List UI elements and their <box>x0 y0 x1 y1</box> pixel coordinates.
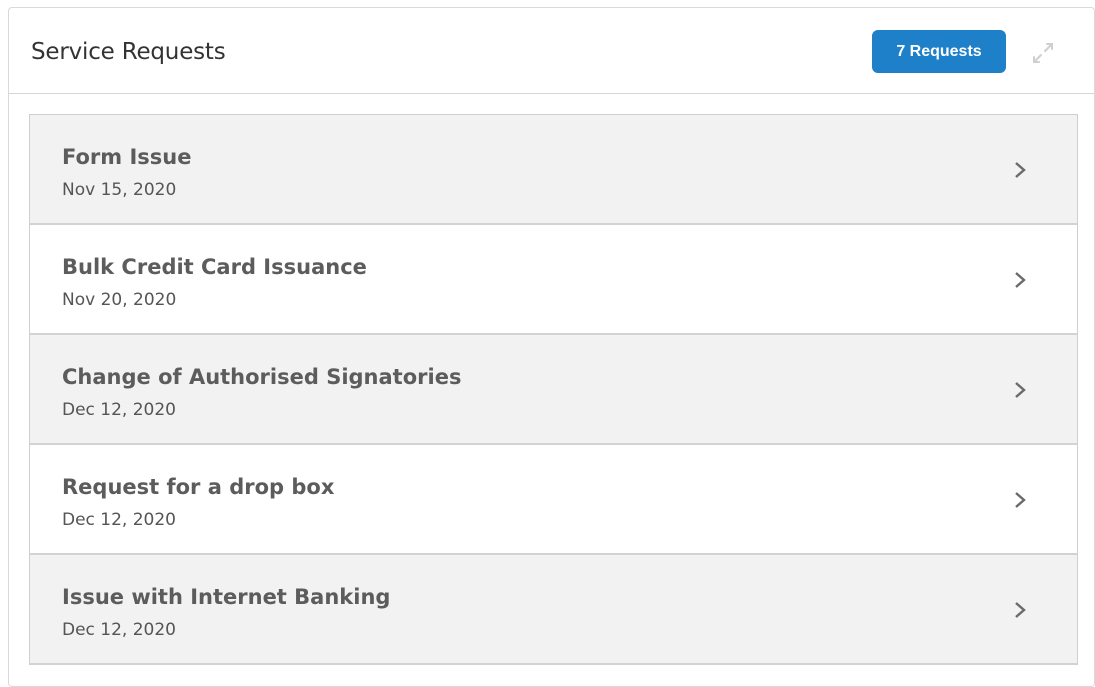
request-title: Change of Authorised Signatories <box>62 365 462 389</box>
request-title: Issue with Internet Banking <box>62 585 391 609</box>
list-item[interactable]: Bulk Credit Card Issuance Nov 20, 2020 <box>30 225 1077 335</box>
request-date: Dec 12, 2020 <box>62 510 177 530</box>
chevron-right-icon <box>1015 492 1026 508</box>
chevron-right-icon <box>1015 162 1026 178</box>
widget-header: Service Requests 7 Requests <box>9 8 1094 94</box>
request-date: Dec 12, 2020 <box>62 620 177 640</box>
request-title: Bulk Credit Card Issuance <box>62 255 367 279</box>
chevron-right-icon <box>1015 382 1026 398</box>
widget-title: Service Requests <box>31 39 226 65</box>
requests-count-badge[interactable]: 7 Requests <box>872 30 1006 73</box>
request-date: Nov 20, 2020 <box>62 290 177 310</box>
list-item[interactable]: Form Issue Nov 15, 2020 <box>30 115 1077 225</box>
list-item[interactable]: Change of Authorised Signatories Dec 12,… <box>30 335 1077 445</box>
chevron-right-icon <box>1015 602 1026 618</box>
request-date: Nov 15, 2020 <box>62 180 177 200</box>
request-date: Dec 12, 2020 <box>62 400 177 420</box>
requests-list: Form Issue Nov 15, 2020 Bulk Credit Card… <box>29 114 1078 665</box>
list-item[interactable]: Request for a drop box Dec 12, 2020 <box>30 445 1077 555</box>
service-requests-widget: Service Requests 7 Requests Form Issue N… <box>8 7 1095 687</box>
request-title: Form Issue <box>62 145 192 169</box>
expand-icon[interactable] <box>1029 39 1057 67</box>
chevron-right-icon <box>1015 272 1026 288</box>
list-item[interactable]: Issue with Internet Banking Dec 12, 2020 <box>30 555 1077 665</box>
request-title: Request for a drop box <box>62 475 335 499</box>
